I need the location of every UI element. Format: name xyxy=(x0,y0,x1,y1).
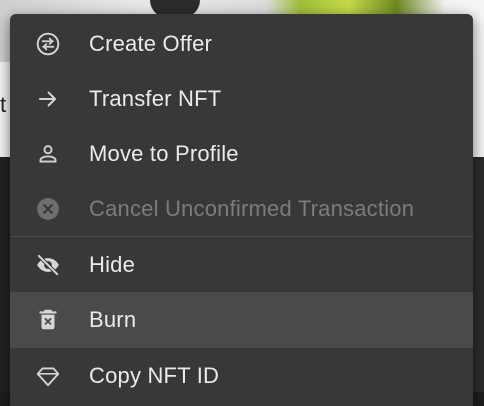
diamond-icon xyxy=(34,362,62,390)
eye-off-icon xyxy=(34,251,62,279)
menu-item-burn[interactable]: Burn xyxy=(10,292,473,347)
menu-item-create-offer[interactable]: Create Offer xyxy=(10,16,473,71)
arrow-right-icon xyxy=(34,85,62,113)
delete-forever-icon xyxy=(34,306,62,334)
menu-item-hide[interactable]: Hide xyxy=(10,237,473,292)
menu-item-transfer-nft[interactable]: Transfer NFT xyxy=(10,71,473,126)
menu-item-move-to-profile[interactable]: Move to Profile xyxy=(10,126,473,181)
menu-item-label: Burn xyxy=(89,306,137,332)
menu-item-label: Move to Profile xyxy=(89,140,239,166)
swap-icon xyxy=(34,30,62,58)
menu-item-label: Copy NFT ID xyxy=(89,362,220,388)
menu-item-label: Transfer NFT xyxy=(89,85,222,111)
background-scroll-edge xyxy=(472,157,484,392)
menu-item-label: Cancel Unconfirmed Transaction xyxy=(89,195,415,221)
cancel-circle-icon xyxy=(34,195,62,223)
menu-item-copy-nft-id[interactable]: Copy NFT ID xyxy=(10,348,473,403)
nft-context-menu: Create Offer Transfer NFT Move to Profil… xyxy=(10,14,473,406)
menu-item-label: Create Offer xyxy=(89,30,213,56)
menu-item-label: Hide xyxy=(89,251,136,277)
menu-item-cancel-unconfirmed-transaction: Cancel Unconfirmed Transaction xyxy=(10,181,473,236)
person-icon xyxy=(34,140,62,168)
background-text: t xyxy=(0,92,7,117)
